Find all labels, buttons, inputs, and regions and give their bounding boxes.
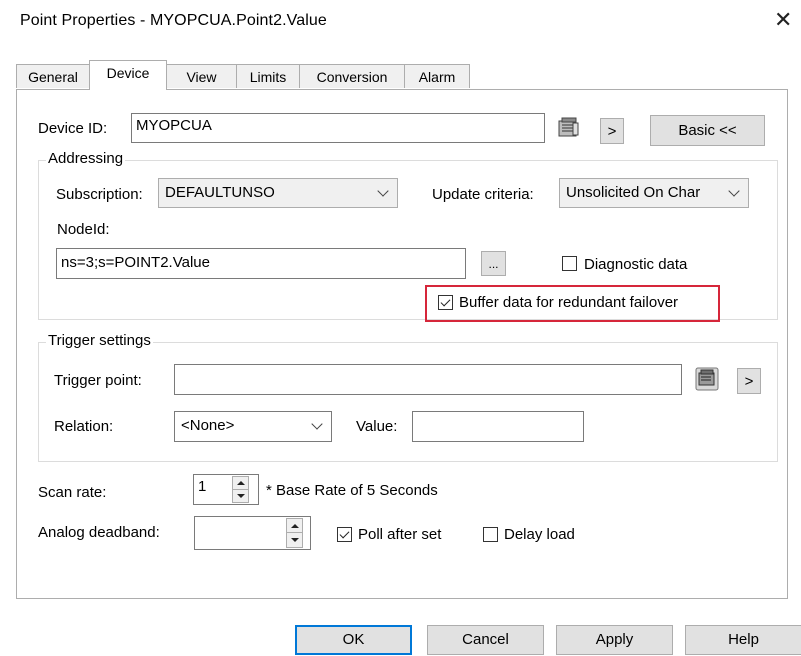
device-id-label: Device ID: xyxy=(38,120,108,137)
trigger-navigate-button[interactable]: > xyxy=(737,368,761,394)
buffer-data-checkbox[interactable] xyxy=(438,295,453,310)
scan-rate-down[interactable] xyxy=(233,490,248,503)
device-navigate-button[interactable]: > xyxy=(600,118,624,144)
trigger-point-label: Trigger point: xyxy=(54,372,142,389)
close-icon[interactable]: ✕ xyxy=(774,9,792,31)
arrow-down-icon xyxy=(237,493,245,498)
subscription-dropdown[interactable]: DEFAULTUNSO xyxy=(158,178,398,208)
poll-after-set-label: Poll after set xyxy=(358,526,442,543)
delay-load-label: Delay load xyxy=(504,526,575,543)
arrow-up-icon xyxy=(291,524,299,528)
nodeid-browse-button[interactable]: ... xyxy=(481,251,506,276)
scan-rate-up[interactable] xyxy=(233,477,248,490)
tab-view[interactable]: View xyxy=(166,64,237,88)
deadband-down[interactable] xyxy=(287,533,302,547)
deadband-up[interactable] xyxy=(287,519,302,533)
trigger-settings-label: Trigger settings xyxy=(46,332,153,349)
tab-alarm[interactable]: Alarm xyxy=(404,64,470,88)
ok-button[interactable]: OK xyxy=(295,625,412,655)
chevron-down-icon xyxy=(377,185,389,197)
cancel-button[interactable]: Cancel xyxy=(427,625,544,655)
addressing-group-label: Addressing xyxy=(46,150,126,167)
apply-button[interactable]: Apply xyxy=(556,625,673,655)
arrow-up-icon xyxy=(237,481,245,485)
value-label: Value: xyxy=(356,418,398,435)
chevron-down-icon xyxy=(728,185,740,197)
tab-device[interactable]: Device xyxy=(89,60,167,90)
buffer-data-label: Buffer data for redundant failover xyxy=(459,294,679,311)
scan-rate-label: Scan rate: xyxy=(38,484,107,501)
help-button[interactable]: Help xyxy=(685,625,801,655)
trigger-value-field[interactable] xyxy=(412,411,584,442)
relation-dropdown[interactable]: <None> xyxy=(174,411,332,442)
diagnostic-data-checkbox[interactable] xyxy=(562,256,577,271)
basic-toggle-button[interactable]: Basic << xyxy=(650,115,765,146)
device-id-field[interactable]: MYOPCUA xyxy=(131,113,545,143)
tab-conversion[interactable]: Conversion xyxy=(299,64,405,88)
window-title: Point Properties - MYOPCUA.Point2.Value xyxy=(20,12,327,29)
tab-limits[interactable]: Limits xyxy=(236,64,300,88)
subscription-label: Subscription: xyxy=(56,186,143,203)
delay-load-checkbox[interactable] xyxy=(483,527,498,542)
relation-value: <None> xyxy=(181,417,235,434)
trigger-settings-group xyxy=(38,342,778,462)
scan-rate-stepper[interactable] xyxy=(232,476,249,503)
scan-rate-field[interactable]: 1 xyxy=(193,474,259,505)
update-criteria-label: Update criteria: xyxy=(432,186,534,203)
arrow-down-icon xyxy=(291,538,299,542)
diagnostic-data-label: Diagnostic data xyxy=(584,256,688,273)
device-browse-icon[interactable] xyxy=(558,116,580,140)
nodeid-label: NodeId: xyxy=(57,221,110,238)
trigger-browse-icon[interactable] xyxy=(694,366,720,392)
relation-label: Relation: xyxy=(54,418,114,435)
update-criteria-dropdown[interactable]: Unsolicited On Char xyxy=(559,178,749,208)
poll-after-set-checkbox[interactable] xyxy=(337,527,352,542)
scan-rate-note: * Base Rate of 5 Seconds xyxy=(266,482,438,499)
nodeid-field[interactable]: ns=3;s=POINT2.Value xyxy=(56,248,466,279)
update-criteria-value: Unsolicited On Char xyxy=(566,184,701,201)
chevron-down-icon xyxy=(311,418,323,430)
trigger-point-field[interactable] xyxy=(174,364,682,395)
tab-general[interactable]: General xyxy=(16,64,90,88)
subscription-value: DEFAULTUNSO xyxy=(165,184,275,201)
analog-deadband-label: Analog deadband: xyxy=(38,524,160,541)
analog-deadband-stepper[interactable] xyxy=(286,518,303,548)
